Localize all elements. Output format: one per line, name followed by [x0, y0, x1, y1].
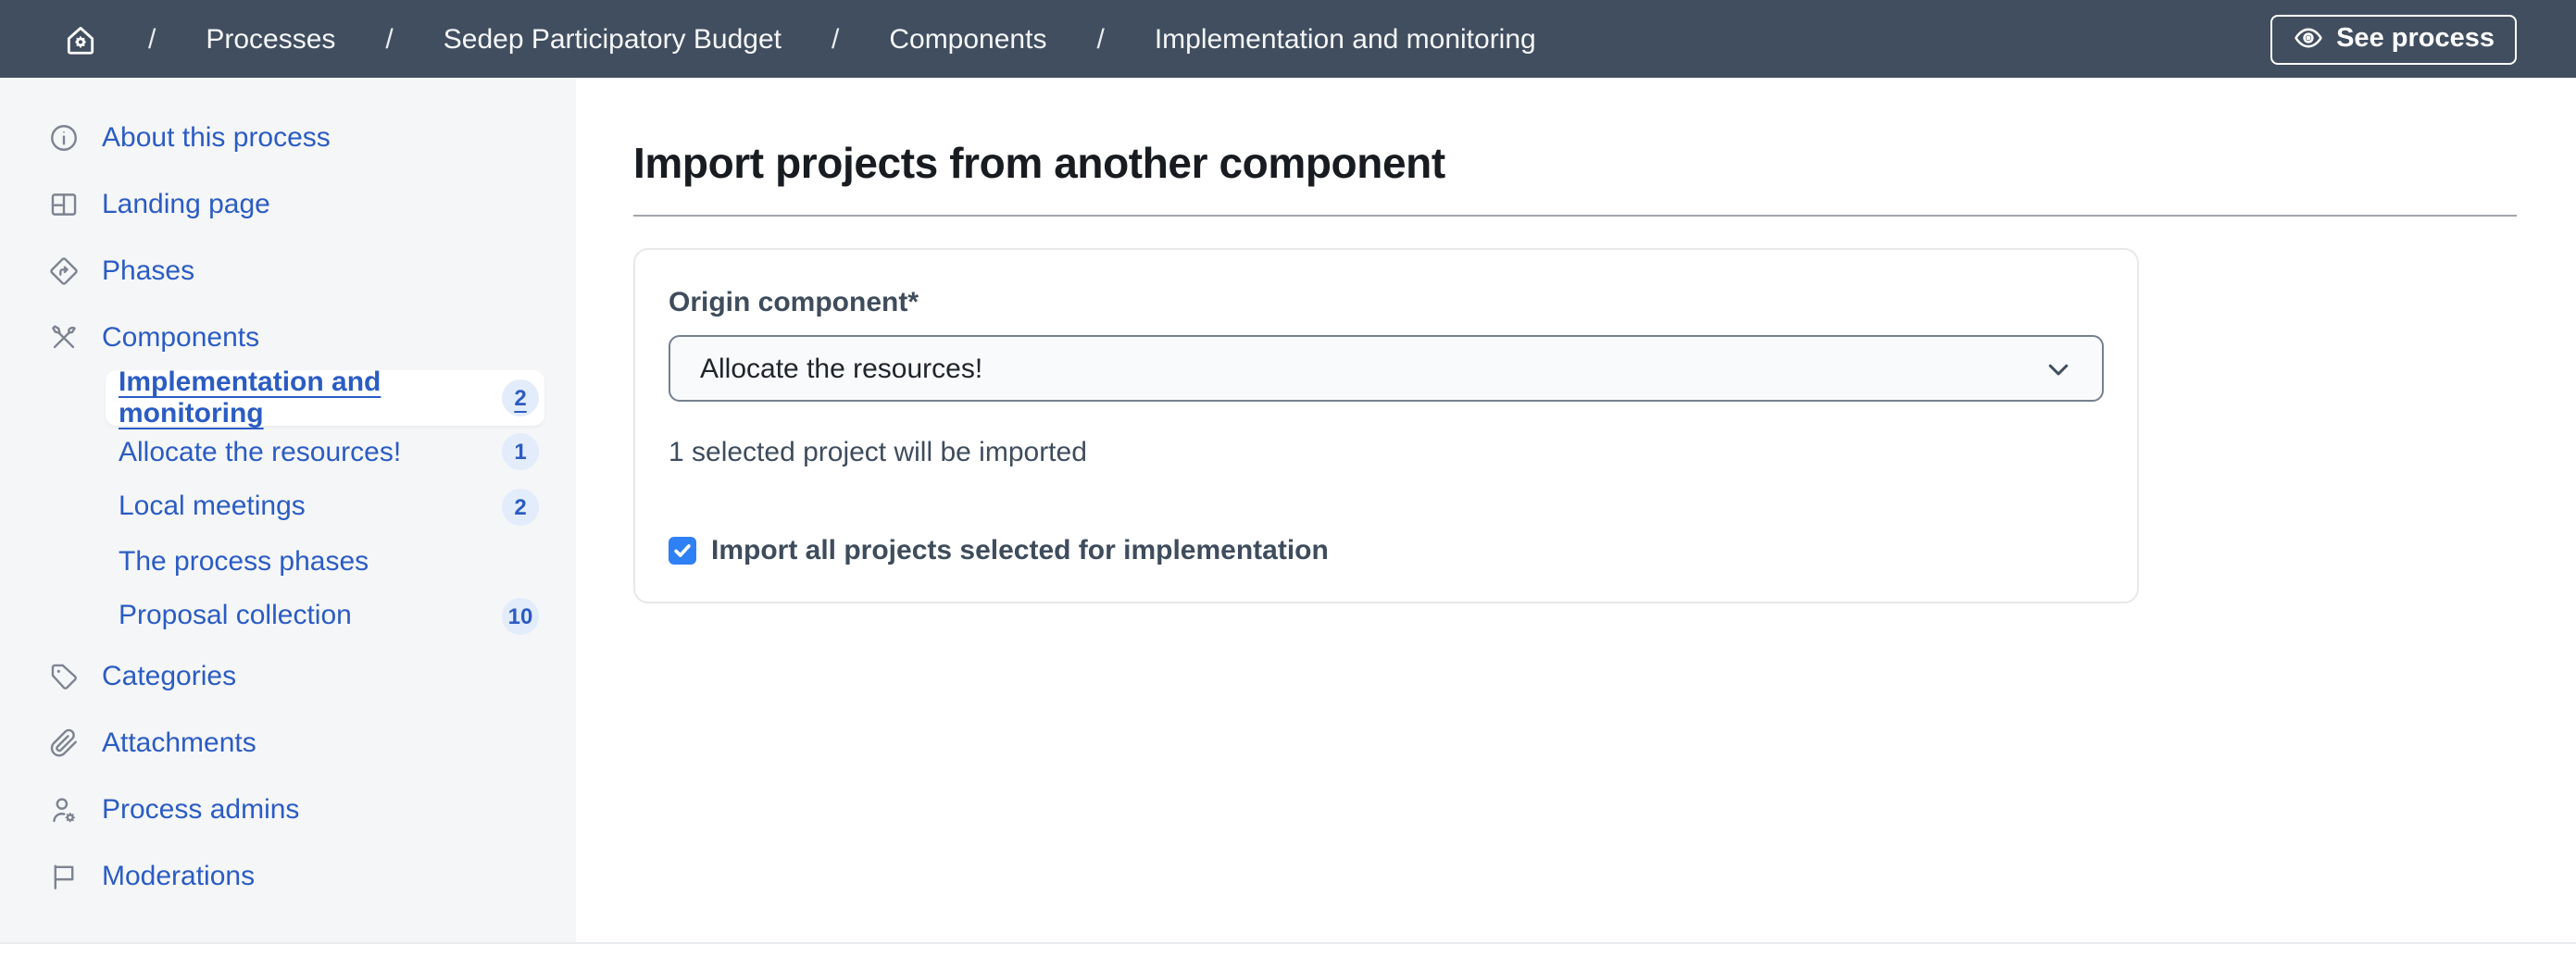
- submenu-item-label: Proposal collection: [119, 601, 502, 632]
- sidebar-item-categories[interactable]: Categories: [0, 643, 576, 710]
- selected-info-text: 1 selected project will be imported: [669, 437, 2104, 468]
- sidebar-item-about-this-process[interactable]: About this process: [0, 104, 576, 170]
- info-icon: [48, 121, 80, 153]
- phases-diamond-icon: [48, 255, 80, 286]
- paperclip-icon: [48, 727, 80, 759]
- sidebar-item-phases[interactable]: Phases: [0, 237, 576, 304]
- breadcrumb: / Processes / Sedep Participatory Budget…: [63, 21, 1536, 56]
- breadcrumb-components[interactable]: Components: [889, 23, 1046, 55]
- sidebar-item-moderations[interactable]: Moderations: [0, 843, 576, 910]
- flag-icon: [48, 861, 80, 892]
- import-form-card: Origin component* Allocate the resources…: [633, 248, 2139, 603]
- submenu-item-label: Local meetings: [119, 491, 502, 523]
- count-badge: 10: [502, 598, 539, 635]
- submenu-item-local-meetings[interactable]: Local meetings 2: [106, 479, 544, 534]
- breadcrumb-process-name[interactable]: Sedep Participatory Budget: [444, 23, 782, 55]
- page-title: Import projects from another component: [633, 139, 2517, 189]
- submenu-item-label: Allocate the resources!: [119, 437, 502, 468]
- breadcrumb-separator: /: [148, 23, 156, 55]
- sidebar-item-label: Process admins: [102, 794, 299, 826]
- import-all-label[interactable]: Import all projects selected for impleme…: [711, 535, 1329, 566]
- submenu-item-label: The process phases: [119, 546, 539, 578]
- import-all-checkbox[interactable]: [669, 537, 696, 565]
- sidebar-item-attachments[interactable]: Attachments: [0, 710, 576, 777]
- breadcrumb-separator: /: [1096, 23, 1104, 55]
- home-gear-icon[interactable]: [63, 21, 98, 56]
- app: / Processes / Sedep Participatory Budget…: [0, 0, 2576, 957]
- see-process-label: See process: [2336, 23, 2495, 53]
- sidebar-item-label: Phases: [102, 255, 194, 286]
- count-badge: 1: [502, 434, 539, 471]
- sidebar-item-label: Landing page: [102, 188, 270, 219]
- origin-component-select[interactable]: Allocate the resources!: [669, 335, 2104, 402]
- see-process-button[interactable]: See process: [2270, 14, 2517, 64]
- breadcrumb-processes[interactable]: Processes: [206, 23, 335, 55]
- submenu-item-allocate-the-resources[interactable]: Allocate the resources! 1: [106, 425, 544, 479]
- sidebar-item-label: Moderations: [102, 861, 255, 892]
- count-badge: 2: [502, 379, 539, 416]
- tag-icon: [48, 661, 80, 692]
- sidebar-item-components[interactable]: Components: [0, 304, 576, 370]
- title-divider: [633, 215, 2517, 217]
- breadcrumb-separator: /: [832, 23, 839, 55]
- sidebar-item-process-admins[interactable]: Process admins: [0, 777, 576, 843]
- submenu-item-label: Implementation and monitoring: [119, 367, 502, 429]
- origin-component-selected-value: Allocate the resources!: [700, 353, 2045, 384]
- sidebar: About this process Landing page: [0, 78, 576, 942]
- count-badge: 2: [502, 489, 539, 526]
- submenu-item-implementation-and-monitoring[interactable]: Implementation and monitoring 2: [106, 370, 544, 425]
- sidebar-item-label: Components: [102, 321, 259, 353]
- chevron-down-icon: [2045, 354, 2072, 382]
- sidebar-item-label: Categories: [102, 661, 236, 692]
- sidebar-item-label: Attachments: [102, 727, 256, 759]
- bottom-strip: [0, 942, 2576, 957]
- import-all-row: Import all projects selected for impleme…: [669, 535, 2104, 566]
- origin-component-label: Origin component*: [669, 287, 2104, 318]
- sidebar-item-label: About this process: [102, 121, 331, 153]
- submenu-item-proposal-collection[interactable]: Proposal collection 10: [106, 589, 544, 643]
- breadcrumb-current-component: Implementation and monitoring: [1155, 23, 1536, 55]
- layout-icon: [48, 188, 80, 219]
- eye-icon: [2292, 22, 2323, 54]
- submenu-item-the-process-phases[interactable]: The process phases: [106, 534, 544, 589]
- tools-icon: [48, 321, 80, 353]
- components-submenu: Implementation and monitoring 2 Allocate…: [0, 370, 576, 643]
- topbar: / Processes / Sedep Participatory Budget…: [0, 0, 2576, 78]
- page-body: About this process Landing page: [0, 78, 2576, 942]
- sidebar-item-landing-page[interactable]: Landing page: [0, 170, 576, 237]
- breadcrumb-separator: /: [385, 23, 393, 55]
- main-content: Import projects from another component O…: [576, 78, 2576, 942]
- user-gear-icon: [48, 794, 80, 826]
